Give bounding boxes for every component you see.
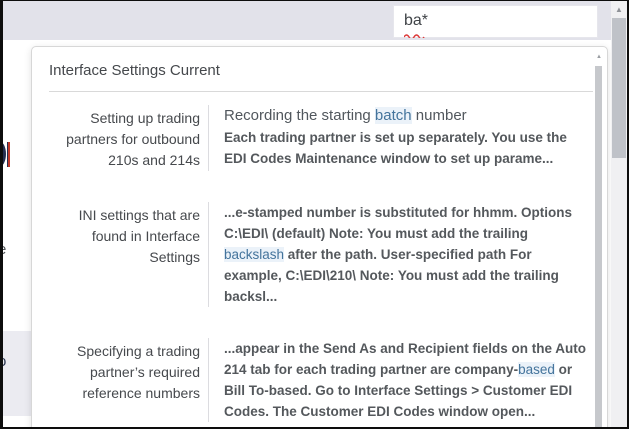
excerpt-text: Each trading partner is set up separatel… xyxy=(224,130,567,145)
result-topic-line: 210s and 214s xyxy=(49,150,200,171)
search-input[interactable]: ba* xyxy=(393,5,598,38)
excerpt-text: Recording the starting xyxy=(224,107,375,124)
excerpt-text: EDI Codes Maintenance window to set up p… xyxy=(224,151,553,166)
background-partial-text: e xyxy=(3,241,6,258)
excerpt-text: or xyxy=(555,362,572,377)
spellcheck-squiggle-icon xyxy=(404,33,425,38)
search-result-row[interactable]: Specifying a tradingpartner’s requiredre… xyxy=(49,334,591,427)
result-topic-line: partners for outbound xyxy=(49,129,200,150)
result-excerpt: Recording the starting batch number Each … xyxy=(208,105,591,171)
window-scrollbar-thumb[interactable] xyxy=(612,18,626,158)
screen-content: ba* e o Interface Settings Current Setti… xyxy=(3,1,627,427)
background-partial-glyph xyxy=(3,141,6,167)
result-excerpt: ...e-stamped number is substituted for h… xyxy=(208,202,591,307)
result-topic-line: reference numbers xyxy=(49,383,200,404)
scroll-up-icon[interactable]: ▲ xyxy=(611,1,627,18)
result-excerpt-line: ...e-stamped number is substituted for h… xyxy=(224,202,591,223)
results-list: Setting up tradingpartners for outbound2… xyxy=(32,92,607,427)
result-excerpt-line: EDI Codes Maintenance window to set up p… xyxy=(224,148,591,169)
panel-scrollbar[interactable]: ▲ xyxy=(595,52,603,427)
excerpt-text: number xyxy=(412,107,467,124)
excerpt-text: example, C:\EDI\210\ Note: You must add … xyxy=(224,268,559,283)
excerpt-text: C:\EDI\ (default) Note: You must add the… xyxy=(224,226,528,241)
result-excerpt-line: 214 tab for each trading partner are com… xyxy=(224,359,591,380)
search-result-row[interactable]: INI settings that arefound in InterfaceS… xyxy=(49,198,591,323)
excerpt-text: Bill To-based. Go to Interface Settings … xyxy=(224,383,572,398)
result-topic-line: found in Interface xyxy=(49,226,200,247)
result-topic-line: Specifying a trading xyxy=(49,341,200,362)
search-term-highlight: batch xyxy=(375,107,412,124)
window-scrollbar[interactable]: ▲ xyxy=(611,1,627,427)
background-gray-section: o xyxy=(3,331,31,416)
result-excerpt-line: backsl... xyxy=(224,286,591,307)
background-partial-text: o xyxy=(3,353,6,370)
result-excerpt: ...appear in the Send As and Recipient f… xyxy=(208,338,591,422)
excerpt-text: Codes. The Customer EDI Codes window ope… xyxy=(224,404,535,419)
result-topic-line: partner’s required xyxy=(49,362,200,383)
result-excerpt-line: Codes. The Customer EDI Codes window ope… xyxy=(224,401,591,422)
result-topic: INI settings that arefound in InterfaceS… xyxy=(49,202,208,307)
excerpt-text: ...appear in the Send As and Recipient f… xyxy=(224,341,586,356)
scroll-up-icon[interactable]: ▲ xyxy=(595,52,603,62)
background-partial-glyph xyxy=(7,142,10,167)
result-excerpt-line: Recording the starting batch number xyxy=(224,105,591,127)
search-result-row[interactable]: Setting up tradingpartners for outbound2… xyxy=(49,101,591,187)
result-topic-line: Settings xyxy=(49,247,200,268)
result-excerpt-line: Each trading partner is set up separatel… xyxy=(224,127,591,148)
result-topic: Specifying a tradingpartner’s requiredre… xyxy=(49,338,208,422)
search-term-highlight: backslash xyxy=(224,247,284,262)
result-topic: Setting up tradingpartners for outbound2… xyxy=(49,105,208,171)
search-results-panel: Interface Settings Current Setting up tr… xyxy=(31,46,608,427)
excerpt-text: 214 tab for each trading partner are com… xyxy=(224,362,518,377)
search-query-text: ba* xyxy=(404,12,428,30)
result-excerpt-line: example, C:\EDI\210\ Note: You must add … xyxy=(224,265,591,286)
result-excerpt-line: backslash after the path. User-specified… xyxy=(224,244,591,265)
result-topic-line: Setting up trading xyxy=(49,108,200,129)
search-term-highlight: based xyxy=(518,362,555,377)
result-excerpt-line: C:\EDI\ (default) Note: You must add the… xyxy=(224,223,591,244)
result-excerpt-line: ...appear in the Send As and Recipient f… xyxy=(224,338,591,359)
panel-scrollbar-thumb[interactable] xyxy=(595,66,602,427)
excerpt-text: backsl... xyxy=(224,289,277,304)
results-header: Interface Settings Current xyxy=(32,47,607,91)
excerpt-text: ...e-stamped number is substituted for h… xyxy=(224,205,572,220)
result-excerpt-line: Bill To-based. Go to Interface Settings … xyxy=(224,380,591,401)
excerpt-text: after the path. User-specified path For xyxy=(284,247,532,262)
result-topic-line: INI settings that are xyxy=(49,205,200,226)
